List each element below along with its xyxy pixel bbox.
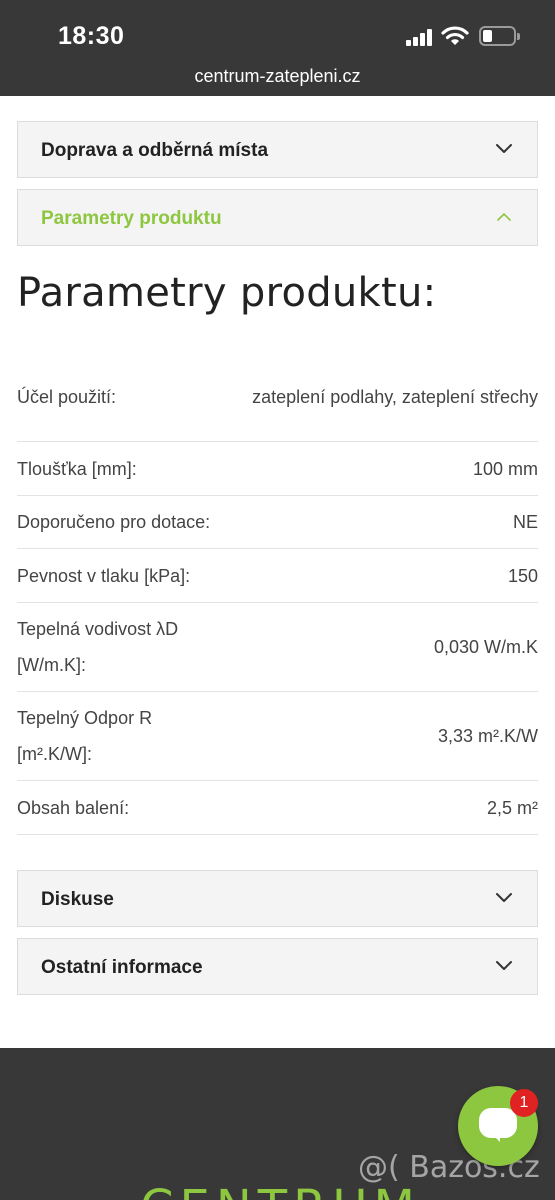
accordion-doprava[interactable]: Doprava a odběrná místa	[17, 121, 538, 178]
accordion-parametry-produktu[interactable]: Parametry produktu	[17, 189, 538, 246]
param-key: Tepelný Odpor R [m².K/W]:	[17, 708, 153, 764]
accordion-label: Ostatní informace	[41, 957, 203, 978]
status-time: 18:30	[58, 22, 125, 50]
accordion-label: Parametry produktu	[41, 208, 222, 229]
param-key: Pevnost v tlaku [kPa]:	[17, 565, 191, 586]
table-row: Pevnost v tlaku [kPa]: 150	[17, 549, 538, 603]
param-key: Obsah balení:	[17, 797, 130, 818]
param-value: 2,5 m²	[486, 797, 538, 818]
browser-top-bar: 18:30 centrum-zatepleni.cz	[0, 0, 555, 96]
param-key: Účel použití:	[17, 386, 117, 407]
wifi-icon	[441, 26, 469, 45]
param-key: Doporučeno pro dotace:	[17, 512, 211, 532]
param-key: Tepelná vodivost λD [W/m.K]:	[17, 619, 179, 675]
param-value: 3,33 m².K/W	[437, 726, 538, 746]
param-key: Tloušťka [mm]:	[17, 458, 137, 479]
chevron-down-icon	[496, 144, 512, 153]
cellular-signal-icon	[406, 28, 434, 46]
param-value: zateplení podlahy, zateplení střechy	[252, 386, 538, 407]
chevron-up-icon	[497, 213, 511, 221]
table-row: Tepelný Odpor R [m².K/W]: 3,33 m².K/W	[17, 692, 538, 781]
section-title: Parametry produktu:	[17, 270, 437, 316]
param-value: 150	[507, 565, 538, 586]
address-bar-url[interactable]: centrum-zatepleni.cz	[0, 66, 555, 87]
accordion-diskuse[interactable]: Diskuse	[17, 870, 538, 927]
accordion-label: Diskuse	[41, 889, 114, 910]
param-value: 0,030 W/m.K	[433, 637, 538, 657]
table-row: Tepelná vodivost λD [W/m.K]: 0,030 W/m.K	[17, 603, 538, 692]
accordion-ostatni-informace[interactable]: Ostatní informace	[17, 938, 538, 995]
page: 18:30 centrum-zatepleni.cz Doprava a odb…	[0, 0, 555, 1200]
table-row: Doporučeno pro dotace: NE	[17, 496, 538, 549]
chat-notification-badge: 1	[510, 1089, 538, 1117]
param-value: 100 mm	[472, 458, 538, 479]
table-row: Účel použití: zateplení podlahy, zateple…	[17, 352, 538, 442]
param-value: NE	[512, 512, 538, 532]
table-row: Tloušťka [mm]: 100 mm	[17, 442, 538, 496]
table-row: Obsah balení: 2,5 m²	[17, 781, 538, 835]
chevron-down-icon	[496, 893, 512, 902]
battery-icon	[479, 26, 520, 46]
parameters-table: Účel použití: zateplení podlahy, zateple…	[17, 352, 538, 835]
accordion-label: Doprava a odběrná místa	[41, 140, 269, 161]
chevron-down-icon	[496, 961, 512, 970]
